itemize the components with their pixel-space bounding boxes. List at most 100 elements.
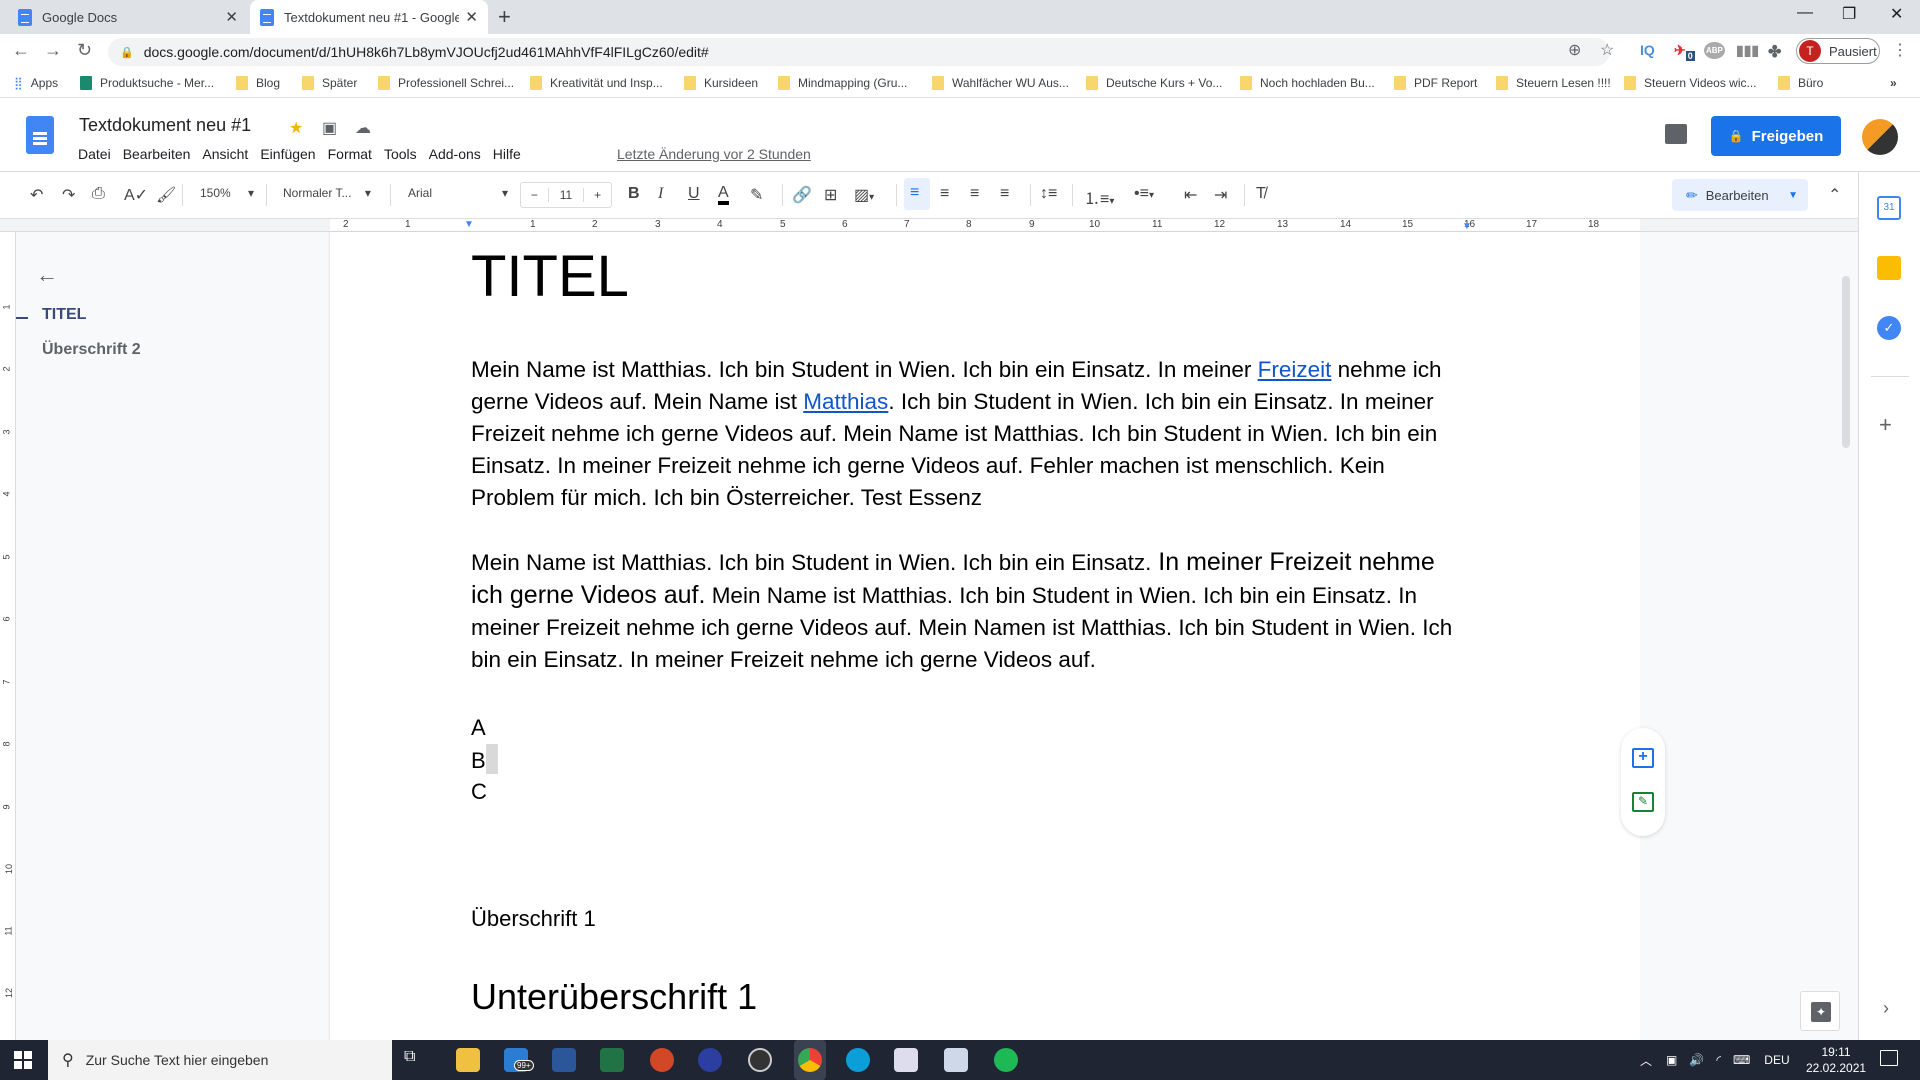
add-addon-icon[interactable]: + <box>1879 412 1892 438</box>
bookmark-folder[interactable]: PDF Report <box>1394 76 1477 90</box>
align-center-icon[interactable]: ≡ <box>940 185 949 203</box>
document-page[interactable]: TITEL Mein Name ist Matthias. Ich bin St… <box>330 232 1640 1040</box>
wifi-icon[interactable]: ◜ <box>1716 1053 1721 1067</box>
spotify-icon[interactable] <box>994 1048 1018 1072</box>
font-size-stepper[interactable]: − 11 + <box>520 182 612 208</box>
decrease-indent-icon[interactable]: ⇤ <box>1184 185 1197 205</box>
new-tab-button[interactable]: + <box>498 4 511 30</box>
task-view-icon[interactable]: ⧉ <box>404 1048 428 1072</box>
zoom-icon[interactable]: ⊕ <box>1568 40 1581 60</box>
add-comment-icon[interactable]: + <box>1632 748 1654 768</box>
menu-einfuegen[interactable]: Einfügen <box>260 146 315 162</box>
close-tab-icon[interactable]: ✕ <box>465 8 478 26</box>
document-title[interactable]: Textdokument neu #1 <box>79 115 251 136</box>
edge-icon[interactable] <box>846 1048 870 1072</box>
bold-icon[interactable]: B <box>628 185 640 203</box>
vertical-scrollbar[interactable] <box>1842 276 1850 448</box>
document-app-icon[interactable] <box>944 1048 968 1072</box>
bookmark-folder[interactable]: Steuern Lesen !!!! <box>1496 76 1611 90</box>
increase-font-size-button[interactable]: + <box>584 188 611 202</box>
url-input[interactable]: 🔒 docs.google.com/document/d/1hUH8k6h7Lb… <box>108 38 1610 66</box>
volume-icon[interactable]: 🔊 <box>1689 1053 1704 1067</box>
tray-overflow-icon[interactable]: ︿ <box>1640 1052 1652 1069</box>
right-indent-marker-icon[interactable]: ▼ <box>1462 221 1472 232</box>
cloud-saved-icon[interactable]: ☁ <box>355 118 371 138</box>
bulleted-list-icon[interactable]: •≡▾ <box>1134 185 1154 203</box>
collapse-menus-icon[interactable]: ⌃ <box>1828 185 1841 205</box>
close-tab-icon[interactable]: ✕ <box>225 8 238 26</box>
add-comment-icon[interactable]: ⊞ <box>824 185 837 205</box>
redo-icon[interactable]: ↷ <box>62 185 75 205</box>
comments-icon[interactable] <box>1665 124 1687 144</box>
star-icon[interactable]: ★ <box>289 118 303 138</box>
taskbar-search-input[interactable]: ⚲ Zur Suche Text hier eingeben <box>48 1040 392 1080</box>
menu-addons[interactable]: Add-ons <box>429 146 481 162</box>
restore-button[interactable]: ❐ <box>1842 4 1856 24</box>
bookmark-folder[interactable]: Professionell Schrei... <box>378 76 514 90</box>
menu-format[interactable]: Format <box>328 146 372 162</box>
line-spacing-icon[interactable]: ↕≡ <box>1040 185 1057 203</box>
print-icon[interactable]: ⎙ <box>92 185 105 203</box>
editing-mode-select[interactable]: ✏ Bearbeiten ▼ <box>1672 179 1808 211</box>
reload-button[interactable]: ↻ <box>77 40 92 61</box>
close-window-button[interactable]: ✕ <box>1890 4 1903 24</box>
windows-start-icon[interactable] <box>14 1051 32 1069</box>
text-color-icon[interactable]: A <box>718 185 729 205</box>
bookmark-folder[interactable]: Mindmapping (Gru... <box>778 76 907 90</box>
menu-tools[interactable]: Tools <box>384 146 417 162</box>
tab-google-docs[interactable]: Google Docs ✕ <box>8 0 248 34</box>
font-size-input[interactable]: 11 <box>547 188 585 202</box>
italic-icon[interactable]: I <box>658 185 663 203</box>
align-left-button[interactable]: ≡ <box>904 178 930 210</box>
bookmark-folder[interactable]: Wahlfächer WU Aus... <box>932 76 1069 90</box>
bookmark-folder[interactable]: Kreativität und Insp... <box>530 76 663 90</box>
calendar-icon[interactable]: 31 <box>1877 196 1901 220</box>
chrome-taskbar-button[interactable] <box>794 1040 826 1080</box>
decrease-font-size-button[interactable]: − <box>521 188 548 202</box>
chrome-menu-icon[interactable]: ⋮ <box>1892 40 1908 60</box>
underline-icon[interactable]: U <box>688 185 700 203</box>
docs-logo-icon[interactable] <box>26 116 54 154</box>
word-icon[interactable] <box>552 1048 576 1072</box>
indent-marker-icon[interactable]: ▼ <box>464 219 474 230</box>
bookmark-folder[interactable]: Blog <box>236 76 280 90</box>
paint-format-icon[interactable]: 🖌 <box>156 185 176 205</box>
adblock-icon[interactable]: ABP <box>1704 42 1725 59</box>
font-select[interactable]: Arial ▾ <box>408 186 508 200</box>
extensions-puzzle-icon[interactable]: ✤ <box>1768 42 1781 62</box>
user-avatar[interactable] <box>1862 119 1898 155</box>
tab-textdokument[interactable]: Textdokument neu #1 - Google D ✕ <box>250 0 488 34</box>
clear-formatting-icon[interactable]: T̸ <box>1256 185 1266 203</box>
bookmark-folder[interactable]: Büro <box>1778 76 1823 90</box>
zoom-select[interactable]: 150% ▾ <box>200 186 254 200</box>
signal-extension-icon[interactable]: ▮▮▮ <box>1736 42 1759 59</box>
numbered-list-icon[interactable]: ⒈≡▾ <box>1084 185 1114 209</box>
spellcheck-icon[interactable]: A✓ <box>124 185 148 205</box>
obs-icon[interactable] <box>748 1048 772 1072</box>
menu-datei[interactable]: Datei <box>78 146 111 162</box>
explore-button[interactable]: ✦ <box>1800 991 1840 1031</box>
bookmark-star-icon[interactable]: ☆ <box>1600 40 1614 60</box>
show-side-panel-icon[interactable]: › <box>1883 998 1889 1019</box>
input-language[interactable]: DEU <box>1764 1053 1789 1067</box>
share-button[interactable]: 🔒 Freigeben <box>1711 116 1841 156</box>
last-edit-link[interactable]: Letzte Änderung vor 2 Stunden <box>617 146 811 162</box>
iq-extension-icon[interactable]: IQ <box>1640 42 1655 58</box>
bookmark-folder[interactable]: Steuern Videos wic... <box>1624 76 1757 90</box>
menu-hilfe[interactable]: Hilfe <box>493 146 521 162</box>
move-folder-icon[interactable]: ▣ <box>322 118 337 138</box>
link-icon[interactable]: 🔗 <box>792 185 812 205</box>
minimize-button[interactable]: — <box>1797 4 1813 22</box>
mail-icon[interactable]: 99+ <box>504 1048 534 1072</box>
bird-extension-icon[interactable]: ✈ 0 <box>1674 42 1695 61</box>
keep-icon[interactable] <box>1877 256 1901 280</box>
bookmark-folder[interactable]: Kursideen <box>684 76 758 90</box>
close-outline-arrow-icon[interactable]: ← <box>36 262 58 288</box>
increase-indent-icon[interactable]: ⇥ <box>1214 185 1227 205</box>
keyboard-icon[interactable]: ⌨ <box>1733 1053 1750 1067</box>
outline-item-titel[interactable]: TITEL <box>42 306 86 324</box>
profile-button[interactable]: T Pausiert <box>1796 38 1880 64</box>
menu-ansicht[interactable]: Ansicht <box>202 146 248 162</box>
bookmark-folder[interactable]: Deutsche Kurs + Vo... <box>1086 76 1222 90</box>
taskbar-clock[interactable]: 19:11 22.02.2021 <box>1806 1044 1866 1076</box>
